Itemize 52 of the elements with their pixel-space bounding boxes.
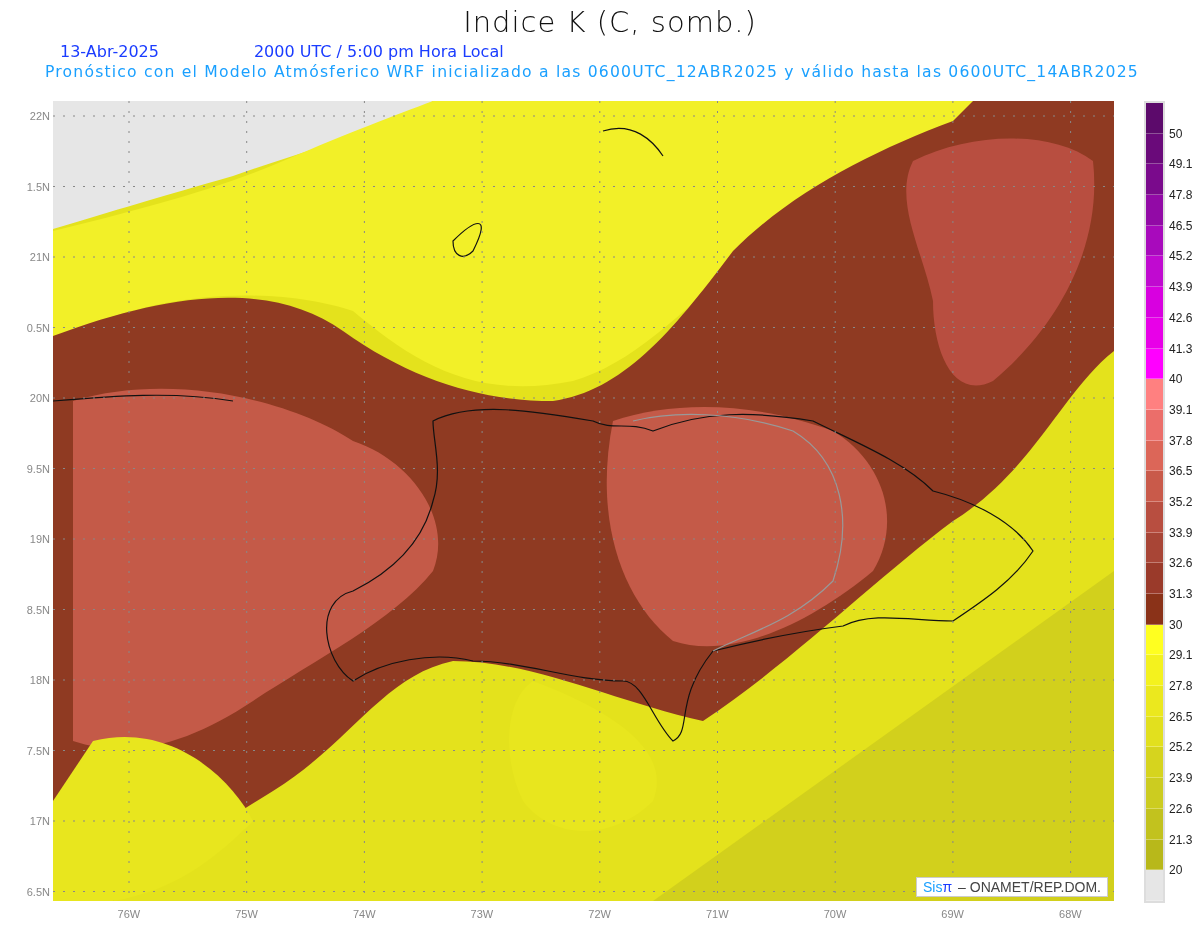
scale-label: 42.6 (1169, 310, 1193, 325)
longitude-label: 68W (1059, 906, 1082, 921)
scale-label: 27.8 (1169, 679, 1193, 694)
scale-label: 26.5 (1169, 709, 1193, 724)
latitude-label: 22N (29, 109, 50, 124)
scale-label: 29.1 (1169, 648, 1193, 663)
scale-label: 41.3 (1169, 341, 1193, 356)
scale-label: 35.2 (1169, 494, 1193, 509)
scale-label: 23.9 (1169, 771, 1193, 786)
scale-label: 21.3 (1169, 832, 1193, 847)
scale-label: 32.6 (1169, 556, 1193, 571)
scale-label: 49.1 (1169, 157, 1193, 172)
scale-label: 45.2 (1169, 249, 1193, 264)
latitude-label: 1.5N (26, 179, 50, 195)
credit-text: – ONAMET/REP.DOM. (958, 879, 1101, 895)
longitude-label: 74W (352, 906, 376, 921)
logo-text: Sisπ (923, 879, 953, 895)
scale-label: 46.5 (1169, 218, 1193, 233)
longitude-label: 75W (235, 906, 258, 921)
scale-label: 20 (1169, 863, 1183, 878)
longitude-label: 69W (941, 906, 964, 921)
scale-label: 39.1 (1169, 402, 1193, 417)
longitude-label: 71W (705, 906, 729, 921)
scale-label: 36.5 (1169, 464, 1193, 479)
chart-title: Indice K (C, somb.) (462, 4, 758, 39)
longitude-label: 76W (117, 906, 141, 921)
forecast-date: 13-Abr-2025 (60, 42, 159, 62)
latitude-label: 17N (29, 814, 50, 829)
scale-label: 31.3 (1169, 587, 1193, 601)
longitude-label: 70W (823, 906, 847, 921)
scale-label: 25.2 (1169, 740, 1193, 755)
latitude-label: 9.5N (26, 461, 50, 477)
longitude-label: 73W (470, 906, 494, 921)
latitude-label: 7.5N (26, 743, 50, 759)
scale-label: 40 (1169, 372, 1183, 387)
latitude-label: 20N (29, 391, 50, 406)
latitude-label: 6.5N (26, 884, 50, 900)
scale-label: 30 (1169, 617, 1183, 632)
latitude-label: 19N (29, 532, 50, 547)
scale-label: 43.9 (1169, 280, 1193, 295)
latitude-label: 8.5N (26, 602, 50, 618)
latitude-label: 0.5N (26, 320, 50, 336)
scale-label: 33.9 (1169, 525, 1193, 540)
forecast-description: Pronóstico con el Modelo Atmósferico WRF inicializado a las 0600UTC_12ABR2025 y válido hasta las 0600UTC_14ABR2025 (44, 62, 1140, 82)
scale-label: 50 (1169, 126, 1183, 141)
scale-label: 22.6 (1169, 801, 1193, 816)
longitude-label: 72W (588, 906, 611, 921)
forecast-time: 2000 UTC / 5:00 pm Hora Local (253, 42, 504, 62)
latitude-label: 18N (29, 673, 50, 688)
scale-label: 37.8 (1169, 433, 1193, 448)
scale-label: 47.8 (1169, 188, 1193, 203)
latitude-label: 21N (29, 250, 50, 265)
